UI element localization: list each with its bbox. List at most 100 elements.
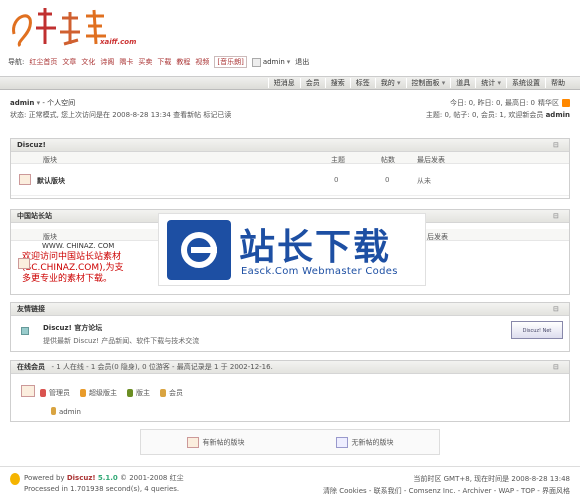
promo-line-3: 多更专业的素材下载。: [22, 274, 113, 284]
super-mod-icon: [80, 389, 86, 397]
forum-topics: 0: [334, 176, 339, 184]
user-menu[interactable]: admin ▾: [251, 57, 291, 67]
promo-brand: WWW. CHINAZ. COM: [42, 242, 115, 250]
chevron-down-icon: ▾: [286, 58, 291, 66]
forum-icon: [18, 258, 30, 269]
menu-settings[interactable]: 系统设置: [506, 78, 545, 88]
online-header: 在线会员 - 1 人在线 - 1 会员(0 隐身), 0 位游客 - 最高记录是…: [11, 361, 569, 374]
forum-last: 从未: [417, 177, 431, 185]
logout-link[interactable]: 退出: [295, 57, 309, 67]
new-posts-icon: [186, 436, 199, 448]
menu-stats[interactable]: 统计: [475, 78, 506, 88]
nav-link-download[interactable]: 下载: [157, 57, 171, 67]
bulb-icon: [10, 473, 20, 485]
watermark-title: 站长下载: [239, 227, 392, 268]
watermark-logo-icon: [167, 220, 231, 280]
online-user-name[interactable]: admin: [59, 408, 81, 416]
forum-name[interactable]: 默认版块: [37, 176, 65, 186]
footer-right: 当前时区 GMT+8, 现在时间是 2008-8-28 13:48 清除 Coo…: [323, 473, 570, 497]
watermark-overlay: 站长下载 Easck.Com Webmaster Codes: [158, 213, 426, 286]
footer-left: Powered by Discuz! 5.1.0 © 2001-2008 红尘 …: [10, 473, 184, 493]
watermark-subtitle: Easck.Com Webmaster Codes: [241, 266, 398, 277]
discuz-badge[interactable]: Discuz! Net: [511, 321, 563, 339]
forum-status-legend: 有新帖的版块 无新帖的版块: [140, 429, 440, 455]
category-discuz: Discuz! ⊟ 版块 主题 帖数 最后发表 默认版块 0 0 从未: [10, 138, 570, 199]
member-icon: [160, 389, 166, 397]
legend-mod: 版主: [127, 388, 150, 398]
col-lastpost: 后发表: [427, 233, 448, 241]
promo-line-2: (SC.CHINAZ.COM),为支: [22, 263, 124, 273]
menu-search[interactable]: 搜索: [324, 78, 350, 88]
menu-tags[interactable]: 标签: [349, 78, 375, 88]
menu-bar: 短消息 会员 搜索 标签 我的 控制面板 道具 统计 系统设置 帮助: [0, 76, 580, 90]
menu-members[interactable]: 会员: [299, 78, 325, 88]
category-title[interactable]: 中国站长站: [17, 212, 52, 220]
newest-member-link[interactable]: admin: [546, 111, 570, 119]
online-users-icon: [21, 385, 35, 397]
link-icon: [21, 327, 29, 335]
rss-icon[interactable]: [562, 99, 570, 107]
menu-pm[interactable]: 短消息: [267, 78, 300, 88]
nav-link-article[interactable]: 文章: [62, 57, 76, 67]
links-header: 友情链接 ⊟: [11, 303, 569, 316]
forum-row: 默认版块 0 0 从未: [11, 164, 569, 196]
user-space: admin ▾ - 个人空间: [10, 98, 75, 108]
processed-text: Processed in 1.701938 second(s), 4 queri…: [24, 485, 180, 493]
user-icon: [251, 57, 261, 67]
collapse-icon[interactable]: ⊟: [553, 213, 561, 220]
admin-icon: [40, 389, 46, 397]
stats-text: 主题: 0, 帖子: 0, 会员: 1, 欢迎新会员: [425, 111, 544, 119]
collapse-icon[interactable]: ⊟: [553, 306, 561, 313]
online-title: 在线会员: [17, 363, 45, 371]
forum-stats: 主题: 0, 帖子: 0, 会员: 1, 欢迎新会员 admin: [426, 110, 570, 120]
digest-link[interactable]: 精华区: [538, 98, 559, 108]
menu-control-panel[interactable]: 控制面板: [405, 78, 451, 88]
links-box: 友情链接 ⊟ Discuz! 官方论坛 提供最新 Discuz! 产品新闻、软件…: [10, 302, 570, 352]
promo-line-1: 欢迎访问中国站长站素材: [22, 252, 122, 262]
version: 5.1.0: [97, 474, 118, 482]
personal-space-link[interactable]: - 个人空间: [42, 99, 75, 107]
today-count: 今日: 0, 昨日: 0, 最高日: 0: [449, 99, 535, 107]
chevron-down-icon: ▾: [36, 99, 41, 107]
link-desc: 提供最新 Discuz! 产品新闻、软件下载与技术交流: [43, 337, 200, 345]
no-new-posts-icon: [335, 436, 348, 448]
online-user-icon: [51, 407, 56, 415]
forum-icon: [19, 174, 31, 185]
status-new: 有新帖的版块: [186, 436, 245, 448]
category-title[interactable]: Discuz!: [17, 141, 46, 149]
footer: Powered by Discuz! 5.1.0 © 2001-2008 红尘 …: [0, 466, 580, 500]
mod-icon: [127, 389, 133, 397]
nav-link-culture[interactable]: 文化: [81, 57, 95, 67]
user-status: 状态: 正常模式, 您上次访问是在 2008-8-28 13:34 查看新帖 标…: [10, 111, 232, 119]
nav-link-poetry[interactable]: 诗阁: [100, 57, 114, 67]
status-none: 无新帖的版块: [335, 436, 394, 448]
copyright: © 2001-2008 红尘: [120, 474, 184, 482]
nav-link-music[interactable]: [音乐朗]: [214, 56, 247, 68]
site-logo[interactable]: xaiff.com: [8, 4, 158, 50]
menu-help[interactable]: 帮助: [545, 78, 570, 88]
powered-line: Powered by Discuz! 5.1.0 © 2001-2008 红尘: [24, 474, 184, 482]
nav-link-trade[interactable]: 买卖: [138, 57, 152, 67]
collapse-icon[interactable]: ⊟: [553, 142, 561, 149]
legend-admin: 管理员: [40, 388, 70, 398]
category-header: Discuz! ⊟: [11, 139, 569, 152]
nav-link-video[interactable]: 视频: [195, 57, 209, 67]
forum-posts: 0: [385, 176, 390, 184]
site-domain: xaiff.com: [100, 38, 137, 46]
user-name: admin: [262, 58, 285, 66]
nav-link-home[interactable]: 红尘首页: [29, 57, 57, 67]
link-name[interactable]: Discuz! 官方论坛: [43, 323, 102, 333]
menu-items[interactable]: 道具: [450, 78, 475, 88]
column-header: 版块 主题 帖数 最后发表: [11, 152, 569, 164]
legend-super-mod: 超级版主: [80, 388, 117, 398]
nav-label: 导航:: [8, 58, 25, 66]
nav-link-card[interactable]: 隅卡: [119, 57, 133, 67]
footer-links[interactable]: 清除 Cookies - 联系我们 - Comsenz Inc. - Archi…: [323, 485, 570, 497]
links-title: 友情链接: [17, 305, 45, 313]
menu-mine[interactable]: 我的: [374, 78, 406, 88]
promo-text: WWW. CHINAZ. COM 欢迎访问中国站长站素材 (SC.CHINAZ.…: [22, 241, 162, 291]
collapse-icon[interactable]: ⊟: [553, 364, 561, 371]
nav-link-tutorial[interactable]: 教程: [176, 57, 190, 67]
username-link[interactable]: admin: [10, 99, 34, 107]
discuz-link[interactable]: Discuz!: [67, 474, 96, 482]
